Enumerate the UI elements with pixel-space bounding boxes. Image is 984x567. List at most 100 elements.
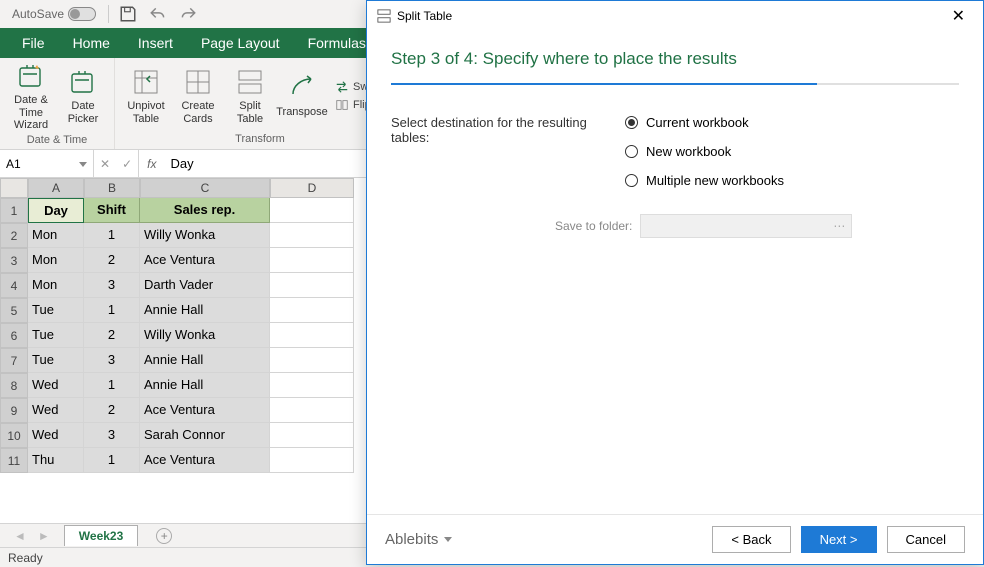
next-button[interactable]: Next > bbox=[801, 526, 877, 553]
row-header[interactable]: 4 bbox=[0, 273, 28, 298]
data-cell[interactable]: Wed bbox=[28, 373, 84, 398]
tab-home[interactable]: Home bbox=[59, 28, 124, 58]
save-icon[interactable] bbox=[119, 5, 137, 23]
cell-ref: A1 bbox=[6, 157, 21, 171]
accept-formula-icon[interactable]: ✓ bbox=[122, 157, 132, 171]
empty-cell[interactable] bbox=[270, 223, 354, 248]
data-cell[interactable]: 1 bbox=[84, 298, 140, 323]
empty-cell[interactable] bbox=[270, 323, 354, 348]
data-cell[interactable]: Wed bbox=[28, 423, 84, 448]
empty-cell[interactable] bbox=[270, 448, 354, 473]
data-cell[interactable]: 1 bbox=[84, 448, 140, 473]
fx-label[interactable]: fx bbox=[139, 150, 164, 177]
autosave-toggle[interactable]: AutoSave bbox=[12, 7, 96, 21]
wizard-icon bbox=[15, 60, 47, 92]
sheet-tab-active[interactable]: Week23 bbox=[64, 525, 138, 546]
step-heading: Step 3 of 4: Specify where to place the … bbox=[391, 49, 959, 69]
data-cell[interactable]: Tue bbox=[28, 298, 84, 323]
row-header[interactable]: 6 bbox=[0, 323, 28, 348]
row-header[interactable]: 9 bbox=[0, 398, 28, 423]
chevron-right-icon[interactable]: ► bbox=[38, 529, 50, 543]
col-header[interactable]: A bbox=[28, 178, 84, 198]
data-cell[interactable]: Ace Ventura bbox=[140, 248, 270, 273]
row-header[interactable]: 11 bbox=[0, 448, 28, 473]
sheet-nav[interactable]: ◄► bbox=[0, 529, 64, 543]
btn-label: Cancel bbox=[906, 532, 946, 547]
date-picker-button[interactable]: Date Picker bbox=[58, 66, 108, 125]
redo-icon[interactable] bbox=[179, 5, 197, 23]
empty-cell[interactable] bbox=[270, 248, 354, 273]
radio-multiple-workbooks[interactable]: Multiple new workbooks bbox=[625, 173, 852, 188]
header-cell[interactable]: Shift bbox=[84, 198, 140, 223]
chevron-left-icon[interactable]: ◄ bbox=[14, 529, 26, 543]
row-header[interactable]: 2 bbox=[0, 223, 28, 248]
empty-cell[interactable] bbox=[270, 373, 354, 398]
empty-cell[interactable] bbox=[270, 273, 354, 298]
transpose-button[interactable]: Transpose bbox=[277, 72, 327, 119]
formula-value: Day bbox=[170, 156, 193, 171]
header-cell[interactable]: Sales rep. bbox=[140, 198, 270, 223]
data-cell[interactable]: Willy Wonka bbox=[140, 323, 270, 348]
empty-cell[interactable] bbox=[270, 398, 354, 423]
data-cell[interactable]: Wed bbox=[28, 398, 84, 423]
empty-cell[interactable] bbox=[270, 298, 354, 323]
data-cell[interactable]: Ace Ventura bbox=[140, 448, 270, 473]
data-cell[interactable]: 1 bbox=[84, 223, 140, 248]
col-header[interactable]: C bbox=[140, 178, 270, 198]
back-button[interactable]: < Back bbox=[712, 526, 790, 553]
create-cards-button[interactable]: Create Cards bbox=[173, 66, 223, 125]
empty-cell[interactable] bbox=[270, 348, 354, 373]
data-cell[interactable]: 2 bbox=[84, 398, 140, 423]
data-cell[interactable]: Darth Vader bbox=[140, 273, 270, 298]
data-cell[interactable]: Thu bbox=[28, 448, 84, 473]
data-cell[interactable]: Ace Ventura bbox=[140, 398, 270, 423]
data-cell[interactable]: Tue bbox=[28, 348, 84, 373]
tab-insert[interactable]: Insert bbox=[124, 28, 187, 58]
brand-menu[interactable]: Ablebits bbox=[385, 531, 452, 548]
row-header[interactable]: 8 bbox=[0, 373, 28, 398]
browse-icon: ⋯ bbox=[833, 219, 845, 233]
cancel-button[interactable]: Cancel bbox=[887, 526, 965, 553]
select-all-corner[interactable] bbox=[0, 178, 28, 198]
tab-page-layout[interactable]: Page Layout bbox=[187, 28, 294, 58]
row-header[interactable]: 5 bbox=[0, 298, 28, 323]
col-header[interactable]: B bbox=[84, 178, 140, 198]
data-cell[interactable]: Mon bbox=[28, 248, 84, 273]
data-cell[interactable]: Annie Hall bbox=[140, 348, 270, 373]
data-cell[interactable]: 3 bbox=[84, 273, 140, 298]
btn-label: Unpivot Table bbox=[121, 100, 171, 125]
data-cell[interactable]: Willy Wonka bbox=[140, 223, 270, 248]
row-header[interactable]: 1 bbox=[0, 198, 28, 223]
data-cell[interactable]: 3 bbox=[84, 423, 140, 448]
cancel-formula-icon[interactable]: ✕ bbox=[100, 157, 110, 171]
data-cell[interactable]: Annie Hall bbox=[140, 373, 270, 398]
split-table-button[interactable]: Split Table bbox=[225, 66, 275, 125]
data-cell[interactable]: Mon bbox=[28, 223, 84, 248]
data-cell[interactable]: Annie Hall bbox=[140, 298, 270, 323]
separator bbox=[108, 5, 109, 23]
data-cell[interactable]: 3 bbox=[84, 348, 140, 373]
header-cell[interactable]: Day bbox=[28, 198, 84, 223]
data-cell[interactable]: Sarah Connor bbox=[140, 423, 270, 448]
radio-new-workbook[interactable]: New workbook bbox=[625, 144, 852, 159]
close-icon[interactable]: ✕ bbox=[944, 6, 973, 26]
row-header[interactable]: 7 bbox=[0, 348, 28, 373]
tab-file[interactable]: File bbox=[8, 28, 59, 58]
data-cell[interactable]: Mon bbox=[28, 273, 84, 298]
add-sheet-button[interactable]: + bbox=[156, 528, 172, 544]
undo-icon[interactable] bbox=[149, 5, 167, 23]
unpivot-button[interactable]: Unpivot Table bbox=[121, 66, 171, 125]
empty-cell[interactable] bbox=[270, 423, 354, 448]
row-header[interactable]: 3 bbox=[0, 248, 28, 273]
row-header[interactable]: 10 bbox=[0, 423, 28, 448]
radio-current-workbook[interactable]: Current workbook bbox=[625, 115, 852, 130]
col-header[interactable]: D bbox=[270, 178, 354, 198]
empty-cell[interactable] bbox=[270, 198, 354, 223]
data-cell[interactable]: 2 bbox=[84, 248, 140, 273]
name-box[interactable]: A1 bbox=[0, 150, 94, 177]
data-cell[interactable]: 2 bbox=[84, 323, 140, 348]
group-label: Transform bbox=[121, 131, 399, 149]
data-cell[interactable]: Tue bbox=[28, 323, 84, 348]
data-cell[interactable]: 1 bbox=[84, 373, 140, 398]
date-time-wizard-button[interactable]: Date & Time Wizard bbox=[6, 60, 56, 132]
